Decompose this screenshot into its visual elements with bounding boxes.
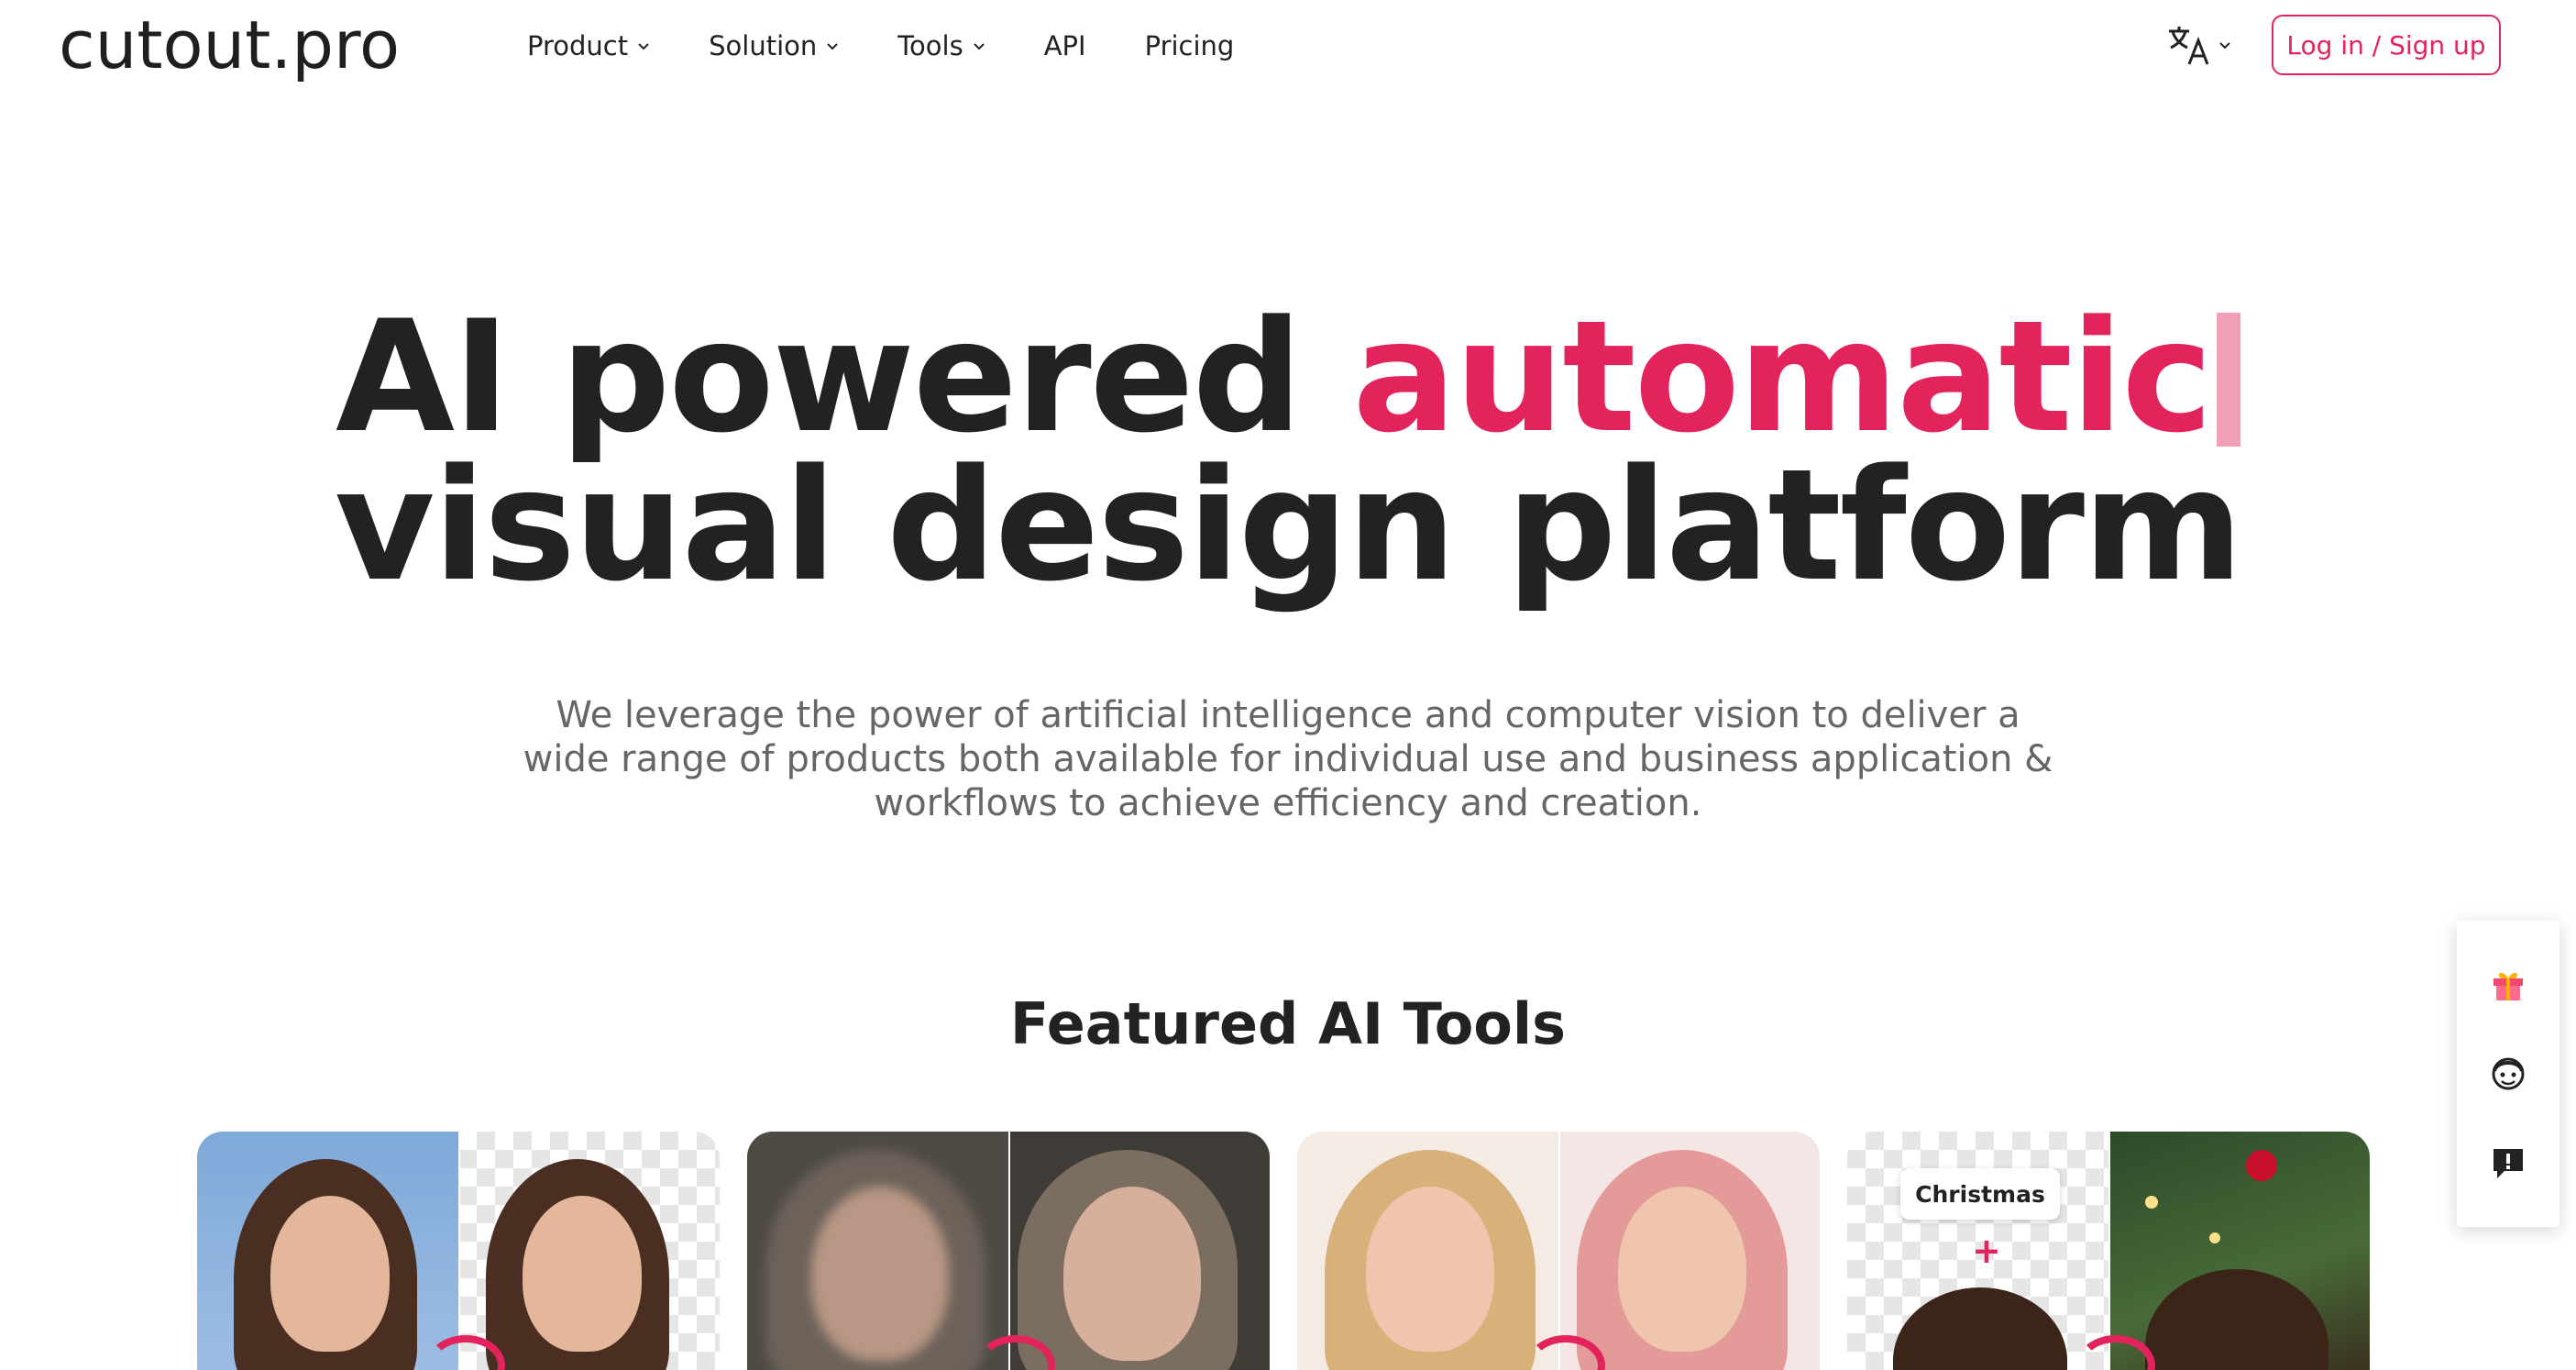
before-image <box>197 1132 458 1370</box>
face-shape <box>270 1196 390 1352</box>
nav-solution-label: Solution <box>709 30 818 61</box>
nav-tools-label: Tools <box>897 30 963 61</box>
ornament-icon <box>2246 1150 2277 1181</box>
chevron-down-icon <box>2219 42 2230 50</box>
after-image <box>458 1132 720 1370</box>
chevron-down-icon <box>827 43 838 50</box>
before-image <box>1297 1132 1558 1370</box>
chevron-down-icon <box>973 43 985 50</box>
face-shape <box>523 1196 642 1352</box>
logo[interactable]: cutout.pro <box>59 4 400 86</box>
featured-tools-cards: Christmas + <box>197 1132 2397 1370</box>
nav-api-label: API <box>1043 30 1086 61</box>
christmas-label: Christmas <box>1900 1168 2060 1220</box>
main-menu: Product Solution Tools API Pricing <box>527 26 1293 66</box>
nav-tools[interactable]: Tools <box>897 26 985 66</box>
language-selector[interactable] <box>2167 24 2231 66</box>
before-image: Christmas + <box>1847 1132 2108 1370</box>
light-icon <box>2145 1196 2158 1209</box>
login-signup-button[interactable]: Log in / Sign up <box>2272 15 2501 75</box>
compare-divider <box>2108 1132 2110 1370</box>
nav-api[interactable]: API <box>1044 26 1086 66</box>
tool-card-photo-enhancer[interactable] <box>747 1132 1270 1370</box>
hero-title: AI powered automatic visual design platf… <box>0 300 2576 615</box>
feedback-icon <box>2493 1149 2523 1178</box>
chevron-down-icon <box>638 43 649 50</box>
hair-shape <box>2145 1269 2328 1370</box>
nav-product[interactable]: Product <box>527 26 650 66</box>
tool-card-background-remover[interactable] <box>197 1132 720 1370</box>
compare-divider <box>1008 1132 1010 1370</box>
tool-card-hair-color[interactable] <box>1297 1132 1820 1370</box>
top-navbar: cutout.pro Product Solution Tools API Pr… <box>0 0 2576 92</box>
compare-divider <box>1558 1132 1560 1370</box>
nav-pricing-label: Pricing <box>1144 30 1235 61</box>
floating-side-toolbar <box>2457 921 2559 1227</box>
plus-icon: + <box>1972 1231 2001 1271</box>
support-agent-icon <box>2492 1057 2525 1090</box>
support-button[interactable] <box>2485 1051 2531 1097</box>
typing-caret <box>2216 313 2240 447</box>
hero-subtitle: We leverage the power of artificial inte… <box>523 694 2053 824</box>
after-image <box>1558 1132 1820 1370</box>
hair-shape <box>1893 1287 2067 1370</box>
before-image <box>747 1132 1008 1370</box>
gift-icon <box>2493 972 2523 1000</box>
nav-pricing[interactable]: Pricing <box>1145 26 1235 66</box>
after-image <box>2108 1132 2370 1370</box>
hero-title-line2: visual design platform <box>334 436 2243 615</box>
face-shape <box>811 1187 949 1361</box>
light-icon <box>2209 1232 2220 1243</box>
tool-card-christmas-background[interactable]: Christmas + <box>1847 1132 2370 1370</box>
featured-tools-title: Featured AI Tools <box>1009 990 1567 1057</box>
nav-product-label: Product <box>527 30 629 61</box>
compare-divider <box>458 1132 460 1370</box>
face-shape <box>1366 1187 1494 1352</box>
nav-solution[interactable]: Solution <box>709 26 839 66</box>
face-shape <box>1063 1187 1201 1361</box>
translate-icon <box>2169 27 2209 65</box>
face-shape <box>1618 1187 1746 1352</box>
feedback-button[interactable] <box>2485 1141 2531 1187</box>
hero-title-line1: AI powered automatic <box>0 300 2576 454</box>
gift-button[interactable] <box>2485 961 2531 1007</box>
after-image <box>1008 1132 1270 1370</box>
